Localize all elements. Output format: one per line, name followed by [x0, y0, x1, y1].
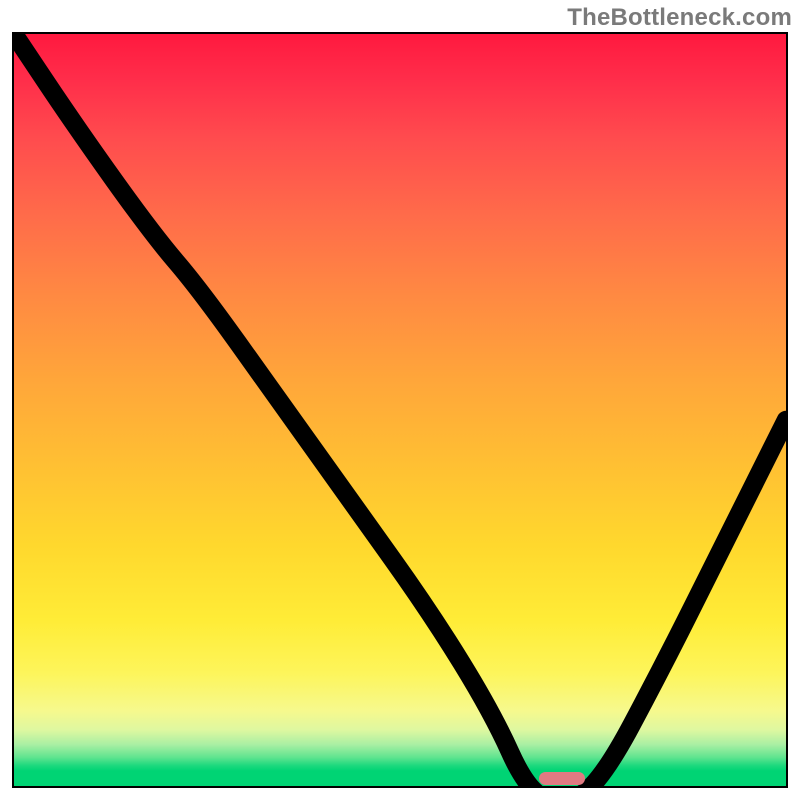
bottleneck-curve	[14, 34, 786, 788]
watermark-text: TheBottleneck.com	[567, 4, 792, 32]
chart-stage: TheBottleneck.com	[0, 0, 800, 800]
optimal-zone-marker	[539, 772, 585, 785]
plot-frame	[12, 32, 788, 788]
